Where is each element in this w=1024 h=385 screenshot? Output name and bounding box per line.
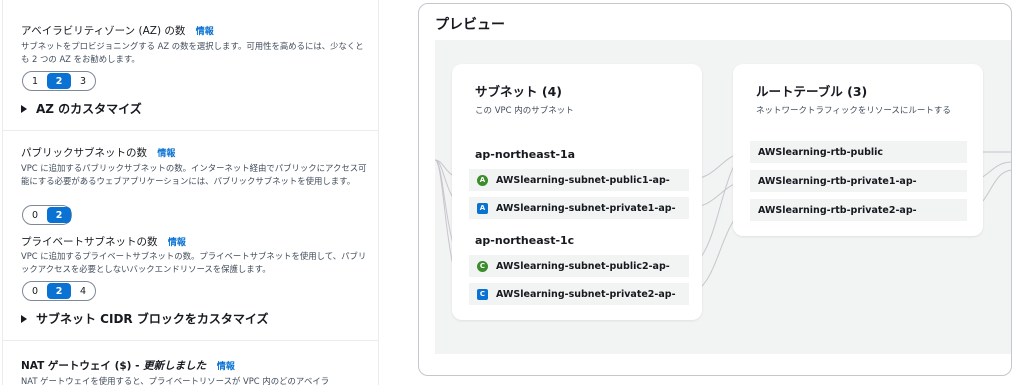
- private-subnet-description: VPC に追加するプライベートサブネットの数。プライベートサブネットを使用して、…: [21, 251, 367, 274]
- private-subnet-label: プライベートサブネットの数: [21, 236, 158, 248]
- subnets-card-subtitle: この VPC 内のサブネット: [475, 106, 574, 116]
- nat-gateway-title: NAT ゲートウェイ ($) - 更新しました 情報: [21, 358, 235, 373]
- private-subnet-az-badge-icon: A: [477, 202, 488, 214]
- private-subnet-option-0[interactable]: 0: [23, 283, 47, 299]
- az-count-label: アベイラビリティゾーン (AZ) の数: [21, 25, 186, 37]
- public-subnet-option-0[interactable]: 0: [23, 207, 47, 223]
- customize-az-label: AZ のカスタマイズ: [36, 102, 142, 116]
- public-subnet-info-link[interactable]: 情報: [157, 149, 175, 159]
- route-tables-card-title: ルートテーブル (3): [756, 84, 868, 99]
- caret-right-icon: [21, 104, 27, 113]
- private-subnet-option-2[interactable]: 2: [47, 283, 71, 299]
- route-tables-card-subtitle: ネットワークトラフィックをリソースにルートする: [756, 106, 951, 116]
- az-option-3[interactable]: 3: [71, 73, 95, 89]
- az-info-link[interactable]: 情報: [196, 27, 214, 37]
- private-subnet-title: プライベートサブネットの数 情報: [21, 234, 186, 249]
- route-table-item[interactable]: AWSlearning-rtb-private1-ap-: [750, 170, 967, 192]
- route-tables-card: ルートテーブル (3) ネットワークトラフィックをリソースにルートする AWSl…: [733, 64, 983, 236]
- private-subnet-info-link[interactable]: 情報: [168, 238, 186, 248]
- subnet-count-section: パブリックサブネットの数 情報 VPC に追加するパブリックサブネットの数。イン…: [3, 131, 378, 341]
- customize-az-expander[interactable]: AZ のカスタマイズ: [21, 100, 142, 117]
- az-option-1[interactable]: 1: [23, 73, 47, 89]
- nat-gateway-updated-label: 更新しました: [143, 360, 207, 372]
- subnet-name: AWSlearning-subnet-public2-ap-: [496, 260, 670, 272]
- public-subnet-description: VPC に追加するパブリックサブネットの数。インターネット経由でパブリックにアク…: [21, 163, 367, 186]
- customize-cidr-expander[interactable]: サブネット CIDR ブロックをカスタマイズ: [21, 310, 268, 327]
- subnet-item[interactable]: A AWSlearning-subnet-private1-ap-: [469, 197, 689, 219]
- az-count-segmented-control: 1 2 3: [22, 71, 96, 91]
- public-subnet-az-badge-icon: C: [477, 260, 488, 272]
- nat-gateway-label: NAT ゲートウェイ ($) -: [21, 360, 144, 372]
- public-subnet-option-2[interactable]: 2: [47, 207, 71, 223]
- subnets-card: サブネット (4) この VPC 内のサブネット ap-northeast-1a…: [452, 64, 702, 320]
- preview-title: プレビュー: [435, 17, 505, 33]
- subnet-item[interactable]: C AWSlearning-subnet-private2-ap-: [469, 283, 689, 305]
- nat-gateway-section: NAT ゲートウェイ ($) - 更新しました 情報 NAT ゲートウェイを使用…: [3, 341, 378, 385]
- az-count-section: アベイラビリティゾーン (AZ) の数 情報 サブネットをプロビジョニングする …: [3, 0, 378, 131]
- customize-cidr-label: サブネット CIDR ブロックをカスタマイズ: [36, 312, 269, 326]
- az-option-2[interactable]: 2: [47, 73, 71, 89]
- nat-gateway-description: NAT ゲートウェイを使用すると、プライベートリソースが VPC 内のどのアベイ…: [21, 376, 330, 385]
- az-group-label: ap-northeast-1c: [475, 234, 575, 247]
- public-subnet-title: パブリックサブネットの数 情報: [21, 145, 175, 160]
- subnet-item[interactable]: C AWSlearning-subnet-public2-ap-: [469, 255, 689, 277]
- az-count-description: サブネットをプロビジョニングする AZ の数を選択します。可用性を高めるには、少…: [21, 41, 364, 64]
- public-subnet-segmented-control: 0 2: [22, 205, 72, 225]
- nat-gateway-info-link[interactable]: 情報: [217, 362, 235, 372]
- subnet-item[interactable]: A AWSlearning-subnet-public1-ap-: [469, 169, 689, 191]
- az-count-title: アベイラビリティゾーン (AZ) の数 情報: [21, 23, 214, 38]
- vpc-settings-panel: アベイラビリティゾーン (AZ) の数 情報 サブネットをプロビジョニングする …: [2, 0, 379, 385]
- private-subnet-segmented-control: 0 2 4: [22, 281, 96, 301]
- preview-canvas[interactable]: サブネット (4) この VPC 内のサブネット ap-northeast-1a…: [435, 40, 1011, 354]
- subnet-name: AWSlearning-subnet-private1-ap-: [496, 202, 676, 214]
- private-subnet-az-badge-icon: C: [477, 288, 488, 300]
- route-table-item[interactable]: AWSlearning-rtb-private2-ap-: [750, 199, 967, 221]
- subnets-card-title: サブネット (4): [475, 84, 562, 99]
- az-group-label: ap-northeast-1a: [475, 148, 576, 161]
- vpc-preview-panel: プレビュー サブネット (4) この VPC 内のサブネット ap-northe…: [418, 3, 1012, 376]
- caret-right-icon: [21, 314, 27, 323]
- public-subnet-az-badge-icon: A: [477, 174, 488, 186]
- subnet-name: AWSlearning-subnet-private2-ap-: [496, 288, 676, 300]
- private-subnet-option-4[interactable]: 4: [71, 283, 95, 299]
- subnet-name: AWSlearning-subnet-public1-ap-: [496, 174, 670, 186]
- public-subnet-label: パブリックサブネットの数: [21, 147, 147, 159]
- route-table-item[interactable]: AWSlearning-rtb-public: [750, 141, 967, 163]
